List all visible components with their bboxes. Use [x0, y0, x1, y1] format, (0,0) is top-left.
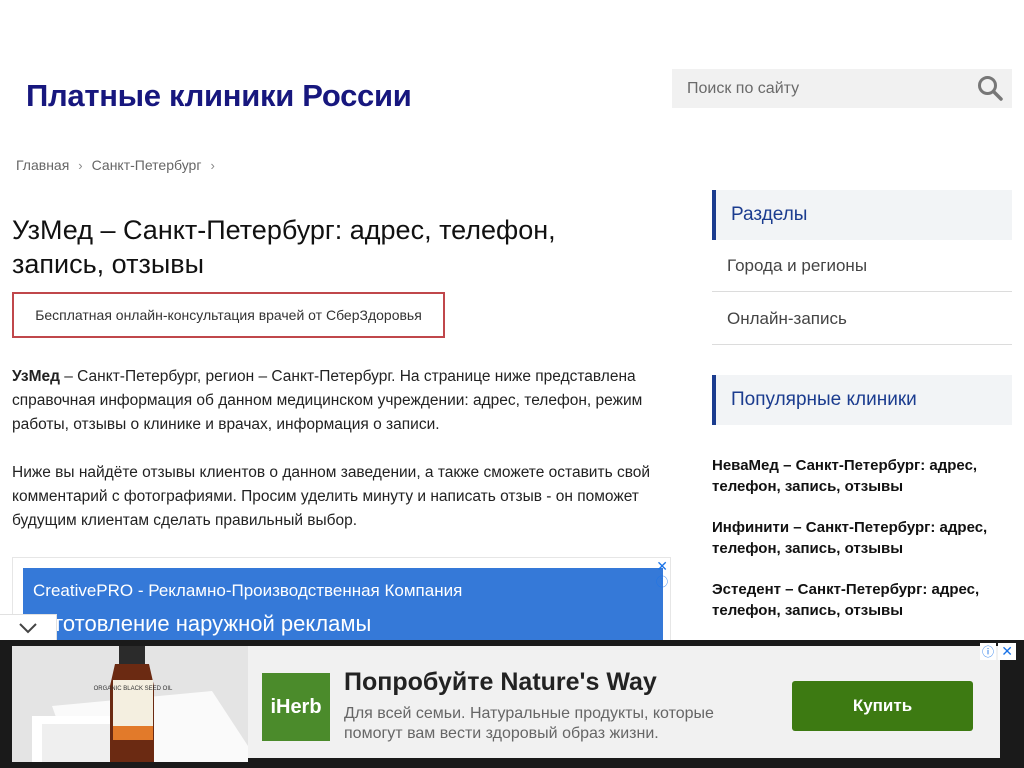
intro-paragraph: УзМед – Санкт-Петербург, регион – Санкт-… — [12, 365, 676, 437]
review-invite-paragraph: Ниже вы найдёте отзывы клиентов о данном… — [12, 464, 651, 529]
collapse-ad-button[interactable] — [0, 614, 57, 643]
popular-clinic-link[interactable]: Инфинити – Санкт-Петербург: адрес, телеф… — [712, 517, 1012, 559]
inline-ad-subtitle: изготовление наружной рекламы — [33, 611, 372, 636]
breadcrumb-separator: › — [78, 157, 83, 173]
search-icon[interactable] — [977, 75, 1003, 101]
sidebar-item-online-booking[interactable]: Онлайн-запись — [712, 293, 1012, 345]
info-icon[interactable]: ⓘ — [656, 573, 668, 590]
search-input[interactable] — [672, 69, 977, 108]
intro-text: – Санкт-Петербург, регион – Санкт-Петерб… — [12, 368, 643, 433]
iherb-logo: iHerb — [262, 673, 330, 741]
chevron-down-icon — [19, 623, 37, 634]
bottom-ad-description: Для всей семьи. Натуральные продукты, ко… — [344, 705, 714, 742]
breadcrumb: Главная › Санкт-Петербург › — [16, 157, 224, 173]
popular-clinic-link[interactable]: Эстедент – Санкт-Петербург: адрес, телеф… — [712, 579, 1012, 621]
breadcrumb-city[interactable]: Санкт-Петербург — [92, 157, 202, 173]
breadcrumb-home[interactable]: Главная — [16, 157, 69, 173]
close-icon[interactable]: ✕ — [998, 643, 1016, 660]
product-photo: ORGANIC BLACK SEED OIL — [12, 646, 248, 762]
buy-button[interactable]: Купить — [792, 681, 973, 731]
inline-ad[interactable]: CreativePRO - Рекламно-Производственная … — [12, 557, 671, 648]
bottom-ad-card[interactable]: iHerb Попробуйте Nature's Way Для всей с… — [248, 646, 1000, 758]
product-image: ORGANIC BLACK SEED OIL — [12, 646, 248, 762]
search-form — [672, 69, 1012, 108]
page-title: УзМед – Санкт-Петербург: адрес, телефон,… — [12, 215, 556, 279]
bottom-ad-title: Попробуйте Nature's Way — [344, 668, 657, 696]
sidebar-sections-heading: Разделы — [712, 190, 1012, 240]
breadcrumb-separator: › — [210, 157, 215, 173]
consult-banner-link[interactable]: Бесплатная онлайн-консультация врачей от… — [12, 292, 445, 338]
inline-ad-banner[interactable]: CreativePRO - Рекламно-Производственная … — [23, 568, 663, 648]
inline-ad-title: CreativePRO - Рекламно-Производственная … — [33, 581, 463, 600]
sidebar-popular-heading: Популярные клиники — [712, 375, 1012, 425]
sidebar-item-cities[interactable]: Города и регионы — [712, 240, 1012, 292]
clinic-name: УзМед — [12, 368, 60, 385]
popular-clinic-link[interactable]: НеваМед – Санкт-Петербург: адрес, телефо… — [712, 455, 1012, 497]
site-title[interactable]: Платные клиники России — [26, 78, 412, 114]
info-icon[interactable]: ⓘ — [979, 643, 996, 660]
product-label: ORGANIC BLACK SEED OIL — [94, 686, 173, 692]
bottom-ad[interactable]: ORGANIC BLACK SEED OIL iHerb Попробуйте … — [0, 640, 1024, 768]
